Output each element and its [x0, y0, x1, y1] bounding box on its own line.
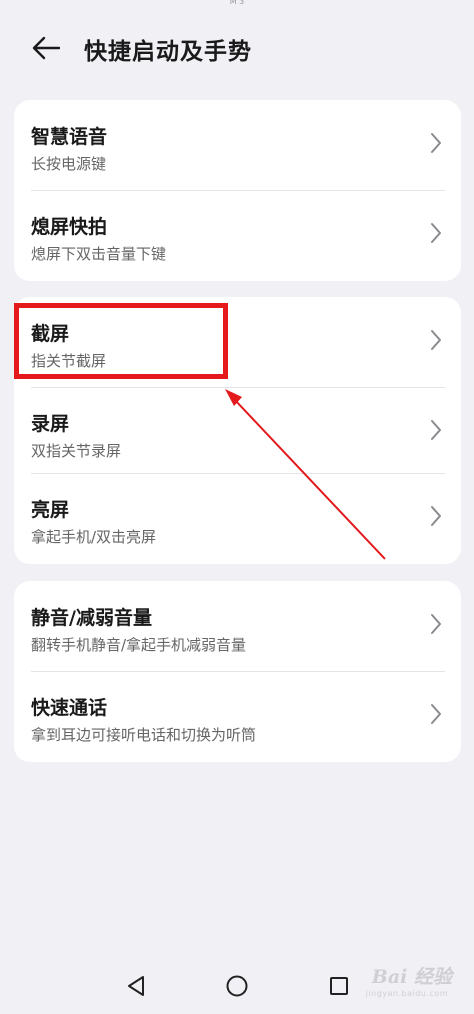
- header: 快捷启动及手势: [0, 22, 474, 72]
- card-call-gestures: 静音/减弱音量 翻转手机静音/拿起手机减弱音量 快速通话 拿到耳边可接听电话和切…: [14, 581, 461, 762]
- row-title: 智慧语音: [31, 126, 108, 148]
- row-title: 亮屏: [31, 499, 70, 521]
- watermark-url: jingyan.baidu.com: [365, 989, 448, 998]
- page-title: 快捷启动及手势: [84, 39, 252, 65]
- triangle-back-icon: [128, 976, 144, 996]
- row-subtitle: 熄屏下双击音量下键: [31, 245, 167, 263]
- setting-row-mute-volume[interactable]: 静音/减弱音量 翻转手机静音/拿起手机减弱音量: [14, 581, 461, 671]
- setting-row-screen-record[interactable]: 录屏 双指关节录屏: [14, 387, 461, 473]
- row-title: 快速通话: [31, 697, 108, 719]
- circle-home-icon: [226, 975, 248, 997]
- square-recent-icon: [330, 977, 348, 995]
- setting-row-smart-voice[interactable]: 智慧语音 长按电源键: [14, 100, 461, 190]
- row-title: 截屏: [31, 323, 70, 345]
- watermark: Bai 经验: [371, 966, 452, 988]
- nav-back-button[interactable]: [116, 966, 156, 1006]
- setting-row-wake-screen[interactable]: 亮屏 拿起手机/双击亮屏: [14, 473, 461, 564]
- chevron-right-icon: [431, 614, 441, 634]
- nav-home-button[interactable]: [217, 966, 257, 1006]
- arrow-left-icon: [32, 36, 61, 60]
- row-subtitle: 拿到耳边可接听电话和切换为听筒: [31, 726, 257, 744]
- row-title: 静音/减弱音量: [31, 607, 152, 629]
- chevron-right-icon: [431, 133, 441, 153]
- nav-recent-button[interactable]: [319, 966, 359, 1006]
- card-voice-snapshot: 智慧语音 长按电源键 熄屏快拍 熄屏下双击音量下键: [14, 100, 461, 281]
- setting-row-quick-call[interactable]: 快速通话 拿到耳边可接听电话和切换为听筒: [14, 671, 461, 762]
- setting-row-screen-off-snapshot[interactable]: 熄屏快拍 熄屏下双击音量下键: [14, 190, 461, 281]
- row-subtitle: 双指关节录屏: [31, 442, 122, 460]
- row-subtitle: 长按电源键: [31, 155, 107, 173]
- row-subtitle: 翻转手机静音/拿起手机减弱音量: [31, 636, 247, 654]
- row-subtitle: 拿起手机/双击亮屏: [31, 528, 157, 546]
- row-subtitle: 指关节截屏: [31, 352, 107, 370]
- chevron-right-icon: [431, 330, 441, 350]
- row-title: 录屏: [31, 413, 70, 435]
- back-button[interactable]: [28, 30, 64, 66]
- chevron-right-icon: [431, 704, 441, 724]
- status-bar-remnant: M 3: [229, 0, 245, 6]
- setting-row-screenshot[interactable]: 截屏 指关节截屏: [14, 297, 461, 387]
- row-title: 熄屏快拍: [31, 216, 108, 238]
- chevron-right-icon: [431, 420, 441, 440]
- chevron-right-icon: [431, 506, 441, 526]
- chevron-right-icon: [431, 223, 441, 243]
- card-screen-gestures: 截屏 指关节截屏 录屏 双指关节录屏 亮屏 拿起手机/双击亮屏: [14, 297, 461, 564]
